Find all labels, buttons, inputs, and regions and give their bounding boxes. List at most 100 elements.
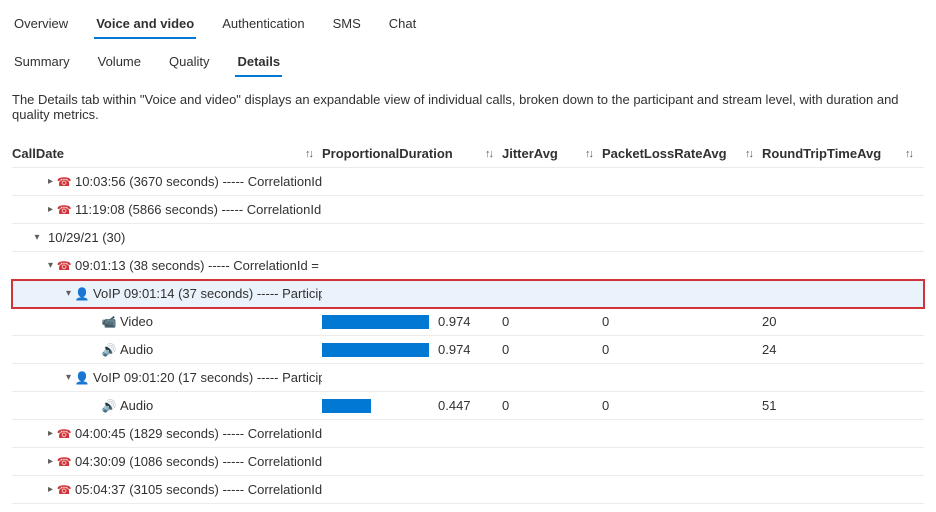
description-text: The Details tab within "Voice and video"… bbox=[0, 78, 936, 140]
video-icon: 📹 bbox=[102, 315, 116, 329]
cell-rtt: 51 bbox=[762, 398, 922, 413]
phone-icon: ☎ bbox=[57, 483, 71, 497]
col-header-label: PacketLossRateAvg bbox=[602, 146, 727, 161]
row-label: Audio bbox=[120, 398, 153, 413]
duration-value: 0.974 bbox=[438, 342, 478, 357]
cell-packetloss: 0 bbox=[602, 314, 762, 329]
table-row[interactable]: ▸☎10:03:56 (3670 seconds) ----- Correlat… bbox=[12, 168, 924, 196]
cell-calldate: ▸ ☎ 05:04:37 (3105 seconds) ----- Correlat… bbox=[12, 482, 322, 497]
row-label: 09:01:13 (38 seconds) ----- CorrelationI… bbox=[75, 258, 322, 273]
phone-icon: ☎ bbox=[57, 455, 71, 469]
table-row: 🔊Audio0.9740024 bbox=[12, 336, 924, 364]
chevron-right-icon[interactable]: ▸ bbox=[48, 484, 53, 495]
table-row[interactable]: ▾ 👤 VoIP 09:01:14 (37 seconds) ----- Parti… bbox=[12, 280, 924, 308]
row-label: VoIP 09:01:14 (37 seconds) ----- Partici… bbox=[93, 286, 322, 301]
tab-secondary-summary[interactable]: Summary bbox=[12, 48, 72, 77]
tab-primary-chat[interactable]: Chat bbox=[387, 10, 418, 39]
row-label: Video bbox=[120, 314, 153, 329]
col-header-label: CallDate bbox=[12, 146, 64, 161]
tab-secondary-quality[interactable]: Quality bbox=[167, 48, 211, 77]
sort-icon[interactable]: ↑↓ bbox=[485, 148, 492, 160]
table-row[interactable]: ▸ ☎ 05:04:37 (3105 seconds) ----- Correlat… bbox=[12, 476, 924, 504]
cell-calldate: ▾ 👤 VoIP 09:01:20 (17 seconds) ----- Parti… bbox=[12, 370, 322, 385]
cell-calldate: ▾ 10/29/21 (30) bbox=[12, 230, 322, 245]
cell-calldate: 🔊 Audio bbox=[12, 398, 322, 413]
chevron-down-icon[interactable]: ▾ bbox=[30, 232, 44, 243]
chevron-down-icon[interactable]: ▾ bbox=[66, 372, 71, 383]
sort-icon[interactable]: ↑↓ bbox=[905, 148, 912, 160]
table-row[interactable]: ▸ ☎ 11:19:08 (5866 seconds) ----- Correlat… bbox=[12, 196, 924, 224]
table-row[interactable]: ▾ ☎ 09:01:13 (38 seconds) ----- Correlatio… bbox=[12, 252, 924, 280]
row-label: 05:04:37 (3105 seconds) ----- Correlatio… bbox=[75, 482, 322, 497]
sort-icon[interactable]: ↑↓ bbox=[745, 148, 752, 160]
cell-calldate: ▸ ☎ 11:19:08 (5866 seconds) ----- Correlat… bbox=[12, 202, 322, 217]
col-header-calldate[interactable]: CallDate ↑↓ bbox=[12, 146, 322, 161]
col-header-rtt[interactable]: RoundTripTimeAvg ↑↓ bbox=[762, 146, 922, 161]
row-label: Audio bbox=[120, 342, 153, 357]
primary-tabs: Overview Voice and video Authentication SMS… bbox=[0, 0, 936, 40]
cell-packetloss: 0 bbox=[602, 398, 762, 413]
duration-value: 0.974 bbox=[438, 314, 478, 329]
cell-rtt: 24 bbox=[762, 342, 922, 357]
duration-bar-fill bbox=[322, 399, 371, 413]
tab-primary-authentication[interactable]: Authentication bbox=[220, 10, 306, 39]
duration-bar-fill bbox=[322, 315, 429, 329]
table-row: 🔊Audio0.4470051 bbox=[12, 392, 924, 420]
cell-rtt: 20 bbox=[762, 314, 922, 329]
phone-icon: ☎ bbox=[57, 203, 71, 217]
tab-primary-overview[interactable]: Overview bbox=[12, 10, 70, 39]
duration-bar bbox=[322, 343, 432, 357]
tab-primary-sms[interactable]: SMS bbox=[331, 10, 363, 39]
person-icon: 👤 bbox=[75, 287, 89, 301]
cell-propdur: 0.974 bbox=[322, 342, 502, 357]
table-row[interactable]: ▾ 👤 VoIP 09:01:20 (17 seconds) ----- Parti… bbox=[12, 364, 924, 392]
row-label: 04:30:09 (1086 seconds) ----- Correlatio… bbox=[75, 454, 322, 469]
phone-icon: ☎ bbox=[57, 175, 71, 189]
cell-packetloss: 0 bbox=[602, 342, 762, 357]
cell-jitter: 0 bbox=[502, 342, 602, 357]
table-row: 📹Video0.9740020 bbox=[12, 308, 924, 336]
col-header-label: RoundTripTimeAvg bbox=[762, 146, 881, 161]
row-label: 11:19:08 (5866 seconds) ----- Correlatio… bbox=[75, 202, 322, 217]
cell-calldate: 📹 Video bbox=[12, 314, 322, 329]
phone-icon: ☎ bbox=[57, 427, 71, 441]
table-header-row: CallDate ↑↓ ProportionalDuration ↑↓ Jitt… bbox=[12, 140, 924, 168]
row-label: VoIP 09:01:20 (17 seconds) ----- Partici… bbox=[93, 370, 322, 385]
col-header-propdur[interactable]: ProportionalDuration ↑↓ bbox=[322, 146, 502, 161]
chevron-down-icon[interactable]: ▾ bbox=[48, 260, 53, 271]
row-label: 10/29/21 (30) bbox=[48, 230, 125, 245]
audio-icon: 🔊 bbox=[102, 399, 116, 413]
tab-primary-voice-and-video[interactable]: Voice and video bbox=[94, 10, 196, 39]
duration-value: 0.447 bbox=[438, 398, 478, 413]
chevron-right-icon[interactable]: ▸ bbox=[48, 456, 53, 467]
sort-icon[interactable]: ↑↓ bbox=[585, 148, 592, 160]
cell-calldate: ▸ ☎ 04:30:09 (1086 seconds) ----- Correlat… bbox=[12, 454, 322, 469]
col-header-label: ProportionalDuration bbox=[322, 146, 453, 161]
table-row[interactable]: ▸ ☎ 04:30:09 (1086 seconds) ----- Correlat… bbox=[12, 448, 924, 476]
cell-calldate: ▸☎10:03:56 (3670 seconds) ----- Correlat… bbox=[12, 174, 322, 189]
chevron-right-icon[interactable]: ▸ bbox=[48, 428, 53, 439]
duration-bar bbox=[322, 399, 432, 413]
person-icon: 👤 bbox=[75, 371, 89, 385]
chevron-right-icon[interactable]: ▸ bbox=[48, 176, 53, 187]
duration-bar-fill bbox=[322, 343, 429, 357]
cell-calldate: ▸☎04:00:45 (1829 seconds) ----- Correlat… bbox=[12, 426, 322, 441]
sort-icon[interactable]: ↑↓ bbox=[305, 148, 312, 160]
col-header-jitter[interactable]: JitterAvg ↑↓ bbox=[502, 146, 602, 161]
col-header-packetloss[interactable]: PacketLossRateAvg ↑↓ bbox=[602, 146, 762, 161]
chevron-right-icon[interactable]: ▸ bbox=[48, 204, 53, 215]
duration-bar bbox=[322, 315, 432, 329]
table-row[interactable]: ▾ 10/29/21 (30) bbox=[12, 224, 924, 252]
cell-propdur: 0.974 bbox=[322, 314, 502, 329]
col-header-label: JitterAvg bbox=[502, 146, 558, 161]
table-row[interactable]: ▸☎04:00:45 (1829 seconds) ----- Correlat… bbox=[12, 420, 924, 448]
tab-secondary-volume[interactable]: Volume bbox=[96, 48, 143, 77]
cell-jitter: 0 bbox=[502, 398, 602, 413]
chevron-down-icon[interactable]: ▾ bbox=[66, 288, 71, 299]
phone-icon: ☎ bbox=[57, 259, 71, 273]
cell-calldate: ▾ ☎ 09:01:13 (38 seconds) ----- Correlatio… bbox=[12, 258, 322, 273]
cell-calldate: 🔊 Audio bbox=[12, 342, 322, 357]
tab-secondary-details[interactable]: Details bbox=[235, 48, 282, 77]
audio-icon: 🔊 bbox=[102, 343, 116, 357]
cell-propdur: 0.447 bbox=[322, 398, 502, 413]
